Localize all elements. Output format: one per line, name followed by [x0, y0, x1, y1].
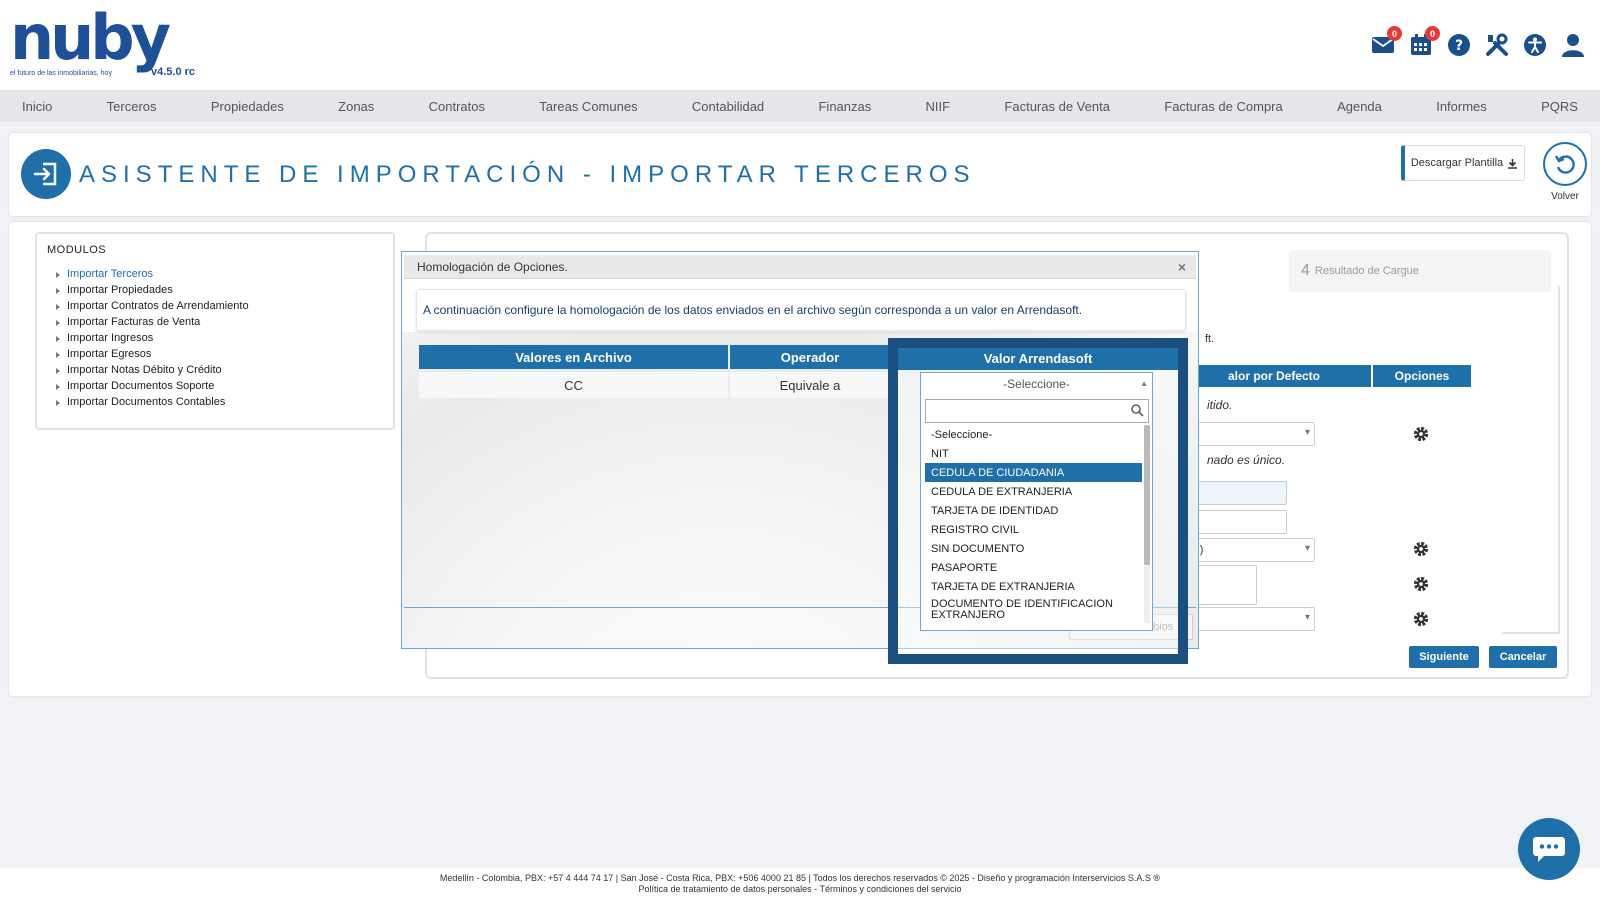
option-registro-civil[interactable]: REGISTRO CIVIL: [925, 520, 1142, 539]
back-label: Volver: [1551, 191, 1579, 202]
unique-text: nado es único.: [1207, 453, 1286, 467]
tools-icon[interactable]: [1484, 32, 1510, 58]
download-icon: [1508, 158, 1518, 169]
accessibility-icon[interactable]: [1522, 32, 1548, 58]
modal-header: Homologación de Opciones. ×: [404, 255, 1196, 279]
nav-inicio[interactable]: Inicio: [22, 99, 52, 114]
module-importar-contratos[interactable]: Importar Contratos de Arrendamiento: [56, 298, 383, 314]
option-nit[interactable]: NIT: [925, 444, 1142, 463]
app-version: v4.5.0 rc: [151, 66, 196, 78]
nav-propiedades[interactable]: Propiedades: [211, 99, 284, 114]
step-4-number: 4: [1301, 262, 1310, 279]
col-file-values-header: Valores en Archivo: [419, 345, 728, 369]
wizard-fragment-text: ft.: [1205, 333, 1215, 345]
module-importar-ingresos[interactable]: Importar Ingresos: [56, 330, 383, 346]
import-icon: [21, 149, 71, 199]
footer-contact: Medellín - Colombia, PBX: +57 4 444 74 1…: [439, 873, 1161, 883]
nav-tareas-comunes[interactable]: Tareas Comunes: [539, 99, 637, 114]
file-value-cell: CC: [419, 372, 728, 398]
nav-informes[interactable]: Informes: [1436, 99, 1487, 114]
logo-tagline: el futuro de las inmobiliarias, hoy: [10, 70, 112, 77]
download-template-button[interactable]: Descargar Plantilla: [1401, 145, 1525, 181]
modules-title: MODULOS: [47, 244, 107, 256]
nav-contabilidad[interactable]: Contabilidad: [692, 99, 764, 114]
nav-facturas-venta[interactable]: Facturas de Venta: [1004, 99, 1110, 114]
nav-agenda[interactable]: Agenda: [1337, 99, 1382, 114]
dropdown-options: -Seleccione- NIT CEDULA DE CIUDADANIA CE…: [925, 425, 1142, 629]
module-importar-notas[interactable]: Importar Notas Débito y Crédito: [56, 362, 383, 378]
nav-niif[interactable]: NIIF: [926, 99, 951, 114]
option-sin-documento[interactable]: SIN DOCUMENTO: [925, 539, 1142, 558]
gear-icon[interactable]: [1412, 575, 1430, 593]
dropdown-search-input[interactable]: [925, 399, 1149, 423]
col-options-header: Opciones: [1373, 365, 1471, 387]
search-icon: [1131, 404, 1144, 417]
step-4-label: Resultado de Cargue: [1314, 265, 1419, 277]
main-nav: Inicio Terceros Propiedades Zonas Contra…: [0, 90, 1600, 122]
modules-panel: MODULOS Importar Terceros Importar Propi…: [35, 232, 395, 430]
col-default-value-header: alor por Defecto: [1177, 365, 1371, 387]
gear-icon[interactable]: [1412, 540, 1430, 558]
module-importar-terceros[interactable]: Importar Terceros: [56, 266, 383, 282]
logo-text: nuby: [10, 1, 171, 74]
chat-icon: [1533, 837, 1565, 862]
page-footer: Medellín - Colombia, PBX: +57 4 444 74 1…: [0, 868, 1600, 900]
module-importar-propiedades[interactable]: Importar Propiedades: [56, 282, 383, 298]
dropdown-scrollbar[interactable]: [1144, 425, 1150, 623]
module-importar-facturas-venta[interactable]: Importar Facturas de Venta: [56, 314, 383, 330]
option-cedula-extranjeria[interactable]: CEDULA DE EXTRANJERIA: [925, 482, 1142, 501]
user-icon[interactable]: [1560, 32, 1586, 58]
back-button[interactable]: [1543, 142, 1587, 186]
svg-text:?: ?: [1455, 38, 1463, 54]
select-display: -Seleccione-: [1003, 377, 1070, 391]
cancel-button[interactable]: Cancelar: [1489, 646, 1557, 668]
chat-button[interactable]: [1518, 818, 1580, 880]
option-cedula-ciudadania[interactable]: CEDULA DE CIUDADANIA: [925, 463, 1142, 482]
title-panel: ASISTENTE DE IMPORTACIÓN - IMPORTAR TERC…: [9, 133, 1591, 216]
brand-logo[interactable]: nuby el futuro de las inmobiliarias, hoy…: [10, 1, 200, 84]
gear-icon[interactable]: [1412, 610, 1430, 628]
arrendasoft-value-select[interactable]: -Seleccione- ▲: [920, 372, 1153, 396]
top-icons: 0 0 ?: [1370, 26, 1586, 58]
modal-title: Homologación de Opciones.: [417, 259, 568, 274]
nav-facturas-compra[interactable]: Facturas de Compra: [1164, 99, 1283, 114]
app-header: nuby el futuro de las inmobiliarias, hoy…: [0, 0, 1600, 90]
module-importar-egresos[interactable]: Importar Egresos: [56, 346, 383, 362]
option-tarjeta-extranjeria[interactable]: TARJETA DE EXTRANJERIA: [925, 577, 1142, 596]
operator-cell: Equivale a: [730, 372, 890, 398]
option-seleccione[interactable]: -Seleccione-: [925, 425, 1142, 444]
download-template-label: Descargar Plantilla: [1410, 157, 1504, 169]
select-dropdown: -Seleccione- NIT CEDULA DE CIUDADANIA CE…: [920, 395, 1153, 631]
calendar-badge: 0: [1425, 26, 1440, 41]
wizard-content-border: [1502, 286, 1560, 634]
footer-links[interactable]: Política de tratamiento de datos persona…: [0, 884, 1600, 895]
option-pasaporte[interactable]: PASAPORTE: [925, 558, 1142, 577]
nav-zonas[interactable]: Zonas: [338, 99, 374, 114]
nav-contratos[interactable]: Contratos: [429, 99, 485, 114]
envelope-badge: 0: [1387, 26, 1402, 41]
dropdown-scroll-thumb[interactable]: [1144, 425, 1150, 565]
modal-description: A continuación configure la homologación…: [416, 289, 1186, 331]
calendar-icon[interactable]: 0: [1408, 26, 1440, 58]
next-button[interactable]: Siguiente: [1409, 646, 1479, 668]
nav-pqrs[interactable]: PQRS: [1541, 99, 1578, 114]
undo-icon: [1554, 155, 1575, 174]
omitted-text: itido.: [1207, 398, 1233, 412]
nav-terceros[interactable]: Terceros: [107, 99, 157, 114]
col-operator-header: Operador: [730, 345, 890, 369]
gear-icon[interactable]: [1412, 425, 1430, 443]
option-documento-identificacion-extranjero[interactable]: DOCUMENTO DE IDENTIFICACION EXTRANJERO: [925, 596, 1142, 624]
module-importar-documentos-soporte[interactable]: Importar Documentos Soporte: [56, 378, 383, 394]
help-icon[interactable]: ?: [1446, 32, 1472, 58]
close-icon[interactable]: ×: [1178, 259, 1186, 275]
page-title: ASISTENTE DE IMPORTACIÓN - IMPORTAR TERC…: [79, 161, 976, 188]
nav-finanzas[interactable]: Finanzas: [818, 99, 871, 114]
envelope-icon[interactable]: 0: [1370, 26, 1402, 58]
option-tarjeta-identidad[interactable]: TARJETA DE IDENTIDAD: [925, 501, 1142, 520]
caret-up-icon: ▲: [1140, 379, 1148, 388]
module-importar-documentos-contables[interactable]: Importar Documentos Contables: [56, 394, 383, 410]
